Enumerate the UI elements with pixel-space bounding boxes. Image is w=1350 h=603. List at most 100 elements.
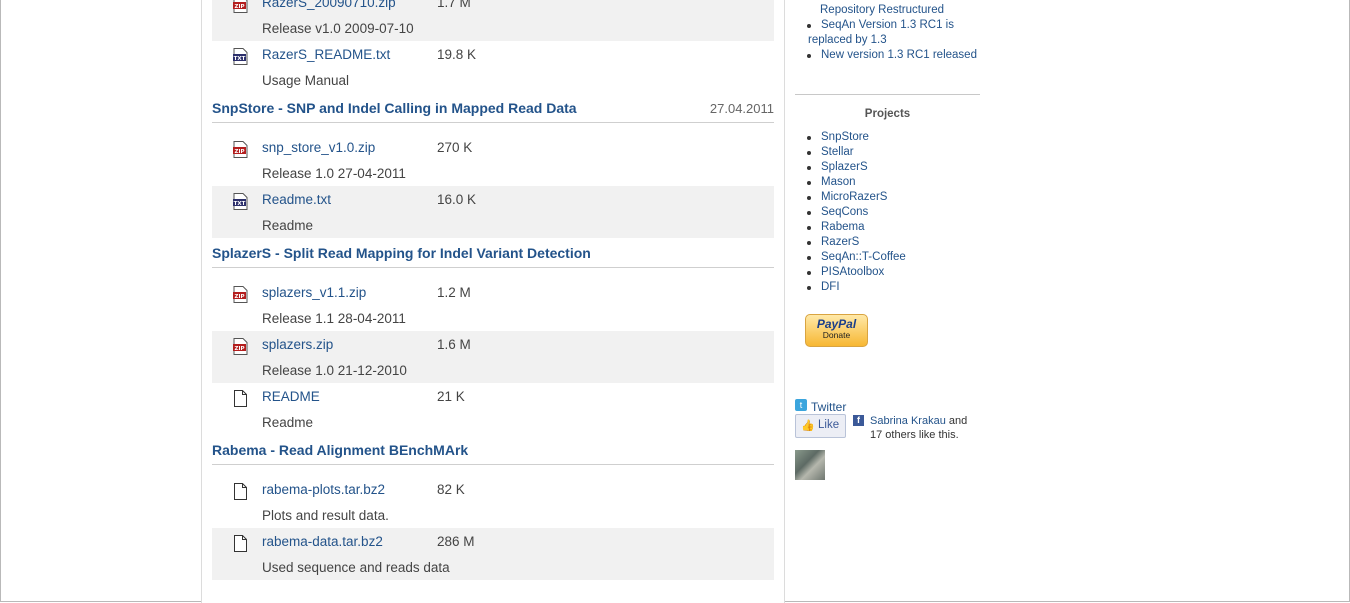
section-heading: Rabema - Read Alignment BEnchMArk (212, 435, 774, 465)
section-title[interactable]: Rabema - Read Alignment BEnchMArk (212, 442, 468, 458)
like-label: Like (818, 419, 840, 431)
file-download-link[interactable]: RazerS_20090710.zip (262, 0, 396, 10)
news-item: New version 1.3 RC1 released (795, 48, 992, 63)
project-item-link[interactable]: SnpStore (821, 131, 869, 143)
file-size: 1.6 M (437, 337, 471, 352)
twitter-label: Twitter (811, 400, 847, 414)
file-download-link[interactable]: rabema-data.tar.bz2 (262, 534, 383, 549)
news-item-link[interactable]: SeqAn Version 1.3 RC1 is replaced by 1.3 (808, 19, 954, 46)
svg-text:ZIP: ZIP (234, 346, 244, 352)
file-row: TXT Readme.txt 16.0 K Readme (212, 186, 774, 238)
projects-list: SnpStore Stellar SplazerS Mason MicroRazerS S… (795, 130, 992, 295)
file-row: TXT RazerS_README.txt 19.8 K Usage Manual (212, 41, 774, 93)
file-description: Readme (262, 415, 314, 430)
project-item-link[interactable]: Rabema (821, 221, 864, 233)
news-item-continued[interactable]: Repository Restructured (820, 3, 944, 18)
svg-text:ZIP: ZIP (234, 294, 244, 300)
section-date: 27.04.2011 (709, 101, 774, 116)
project-item: SeqAn::T-Coffee (795, 250, 992, 265)
section-title[interactable]: SplazerS - Split Read Mapping for Indel … (212, 245, 591, 261)
facebook-others: 17 others like this. (870, 429, 959, 441)
file-description: Release 1.1 28-04-2011 (262, 311, 406, 326)
twitter-icon: t (795, 399, 807, 411)
file-description: Usage Manual (262, 73, 350, 88)
file-description: Release 1.0 21-12-2010 (262, 363, 407, 378)
sidebar-divider (795, 94, 980, 95)
file-download-link[interactable]: snp_store_v1.0.zip (262, 140, 375, 155)
project-item: PISAtoolbox (795, 265, 992, 280)
file-description: Used sequence and reads data (262, 560, 450, 575)
project-item: MicroRazerS (795, 190, 992, 205)
file-size: 19.8 K (437, 47, 477, 62)
thumbs-up-icon: 👍 (801, 420, 815, 432)
file-size: 270 K (437, 140, 473, 155)
project-item-link[interactable]: DFI (821, 281, 840, 293)
file-size: 1.2 M (437, 285, 471, 300)
blank-file-icon[interactable] (233, 483, 248, 500)
svg-text:TXT: TXT (234, 56, 246, 62)
projects-heading: Projects (864, 108, 911, 120)
blank-file-icon[interactable] (233, 390, 248, 407)
zip-file-icon[interactable]: ZIP (233, 141, 248, 158)
file-row: ZIP splazers_v1.1.zip 1.2 M Release 1.1 28-… (212, 279, 774, 331)
downloads-list: ZIP RazerS_20090710.zip 1.7 M Release v1.0 … (212, 0, 774, 580)
file-download-link[interactable]: Readme.txt (262, 192, 331, 207)
zip-file-icon[interactable]: ZIP (233, 286, 248, 303)
file-size: 1.7 M (437, 0, 471, 10)
project-item: RazerS (795, 235, 992, 250)
file-description: Release v1.0 2009-07-10 (262, 21, 414, 36)
news-list: SeqAn Version 1.3 RC1 is replaced by 1.3… (795, 18, 992, 63)
file-row: README 21 K Readme (212, 383, 774, 435)
facebook-friend-avatar[interactable] (795, 450, 825, 480)
project-item-link[interactable]: Mason (821, 176, 856, 188)
file-size: 21 K (437, 389, 465, 404)
news-item: SeqAn Version 1.3 RC1 is replaced by 1.3 (795, 18, 992, 48)
file-row: rabema-data.tar.bz2 286 M Used sequence an… (212, 528, 774, 580)
file-download-link[interactable]: splazers_v1.1.zip (262, 285, 366, 300)
news-item-link[interactable]: New version 1.3 RC1 released (821, 49, 977, 61)
facebook-friend-link[interactable]: Sabrina Krakau (870, 415, 946, 427)
project-item-link[interactable]: RazerS (821, 236, 859, 248)
file-size: 16.0 K (437, 192, 477, 207)
section-title[interactable]: SnpStore - SNP and Indel Calling in Mapp… (212, 100, 577, 116)
project-item-link[interactable]: SplazerS (821, 161, 868, 173)
section-heading: SplazerS - Split Read Mapping for Indel … (212, 238, 774, 268)
zip-file-icon[interactable]: ZIP (233, 0, 248, 13)
file-download-link[interactable]: README (262, 389, 320, 404)
file-row: ZIP RazerS_20090710.zip 1.7 M Release v1.0 … (212, 0, 774, 41)
section-heading: SnpStore - SNP and Indel Calling in Mapp… (212, 93, 774, 123)
txt-file-icon[interactable]: TXT (233, 193, 248, 210)
facebook-icon: f (853, 415, 864, 426)
project-item-link[interactable]: MicroRazerS (821, 191, 887, 203)
file-download-link[interactable]: RazerS_README.txt (262, 47, 390, 62)
txt-file-icon[interactable]: TXT (233, 48, 248, 65)
project-item: SnpStore (795, 130, 992, 145)
file-row: ZIP splazers.zip 1.6 M Release 1.0 21-12-20… (212, 331, 774, 383)
blank-file-icon[interactable] (233, 535, 248, 552)
project-item-link[interactable]: Stellar (821, 146, 854, 158)
project-item: Rabema (795, 220, 992, 235)
svg-text:TXT: TXT (234, 201, 246, 207)
zip-file-icon[interactable]: ZIP (233, 338, 248, 355)
file-size: 286 M (437, 534, 475, 549)
file-description: Readme (262, 218, 314, 233)
project-item-link[interactable]: SeqAn::T-Coffee (821, 251, 906, 263)
file-download-link[interactable]: rabema-plots.tar.bz2 (262, 482, 385, 497)
paypal-donate-button[interactable]: PayPal Donate (805, 314, 868, 347)
donate-label: Donate (822, 330, 851, 340)
project-item-link[interactable]: SeqCons (821, 206, 868, 218)
facebook-and: and (948, 415, 968, 427)
file-download-link[interactable]: splazers.zip (262, 337, 333, 352)
project-item: SplazerS (795, 160, 992, 175)
project-item: SeqCons (795, 205, 992, 220)
project-item: Stellar (795, 145, 992, 160)
file-size: 82 K (437, 482, 465, 497)
facebook-like-button[interactable]: 👍 Like (795, 414, 846, 438)
project-item-link[interactable]: PISAtoolbox (821, 266, 884, 278)
file-row: ZIP snp_store_v1.0.zip 270 K Release 1.0 27… (212, 134, 774, 186)
file-description: Release 1.0 27-04-2011 (262, 166, 406, 181)
facebook-like-text: Sabrina Krakau and 17 others like this. (870, 414, 980, 442)
